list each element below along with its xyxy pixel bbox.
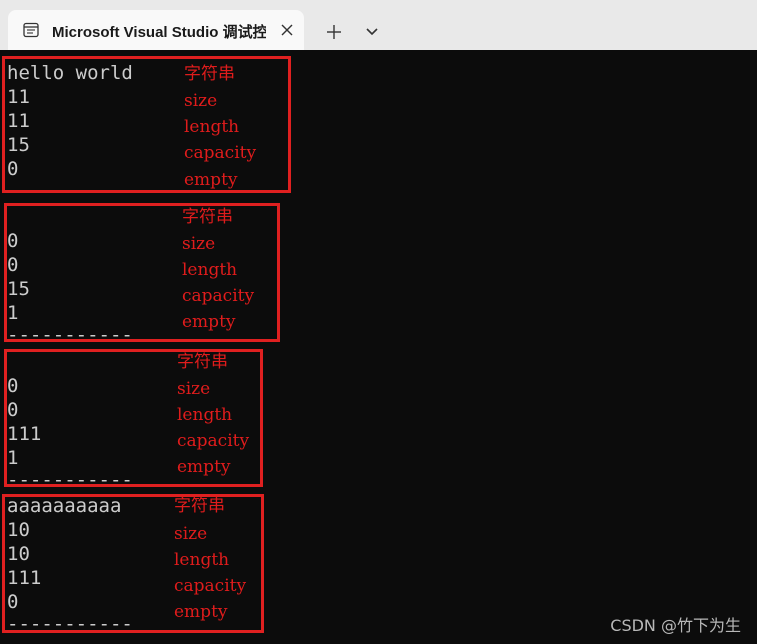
tab-title: Microsoft Visual Studio 调试控 (52, 24, 266, 41)
output-line: 1 (7, 447, 19, 469)
output-line: 15 (7, 134, 30, 156)
annotation-label: length (184, 117, 240, 137)
annotation-label: empty (182, 312, 236, 332)
annotation-label: 字符串 (184, 64, 235, 84)
separator-line: ----------- (7, 324, 133, 346)
annotation-label: 字符串 (177, 352, 228, 372)
annotation-label: size (182, 234, 216, 254)
annotation-label: 字符串 (174, 496, 225, 516)
output-line: 111 (7, 423, 42, 445)
annotation-label: size (184, 91, 218, 111)
plus-icon[interactable] (322, 20, 346, 44)
annotation-label: capacity (182, 286, 255, 306)
output-line: aaaaaaaaaa (7, 495, 122, 517)
annotation-label: length (182, 260, 238, 280)
annotation-label: size (174, 524, 208, 544)
annotation-label: size (177, 379, 211, 399)
annotation-label: capacity (184, 143, 257, 163)
close-icon[interactable] (278, 21, 296, 39)
output-line: 10 (7, 543, 30, 565)
annotation-label: empty (174, 602, 228, 622)
tab-debug-console[interactable]: Microsoft Visual Studio 调试控 (8, 10, 304, 50)
separator-line: ----------- (7, 469, 133, 491)
terminal-window: Microsoft Visual Studio 调试控 hello world … (0, 0, 757, 644)
output-line: 0 (7, 399, 19, 421)
output-line: 1 (7, 302, 19, 324)
output-line: 11 (7, 86, 30, 108)
annotation-label: 字符串 (182, 207, 233, 227)
annotation-box-2 (4, 203, 280, 342)
separator-line: ----------- (7, 613, 133, 635)
watermark: CSDN @竹下为生 (610, 616, 741, 635)
annotation-label: capacity (177, 431, 250, 451)
output-line: 10 (7, 519, 30, 541)
output-line: hello world (7, 62, 133, 84)
chevron-down-icon[interactable] (360, 20, 384, 44)
output-line: 0 (7, 375, 19, 397)
terminal-output[interactable]: hello world 11 11 15 0 字符串 size length c… (0, 50, 757, 644)
output-line: 111 (7, 567, 42, 589)
annotation-label: capacity (174, 576, 247, 596)
annotation-label: empty (184, 170, 238, 190)
annotation-label: length (174, 550, 230, 570)
terminal-window-icon (23, 22, 39, 38)
output-line: 0 (7, 254, 19, 276)
output-line: 0 (7, 591, 19, 613)
output-line: 15 (7, 278, 30, 300)
output-line: 0 (7, 230, 19, 252)
annotation-label: length (177, 405, 233, 425)
output-line: 0 (7, 158, 19, 180)
annotation-label: empty (177, 457, 231, 477)
title-bar: Microsoft Visual Studio 调试控 (0, 0, 757, 50)
output-line: 11 (7, 110, 30, 132)
